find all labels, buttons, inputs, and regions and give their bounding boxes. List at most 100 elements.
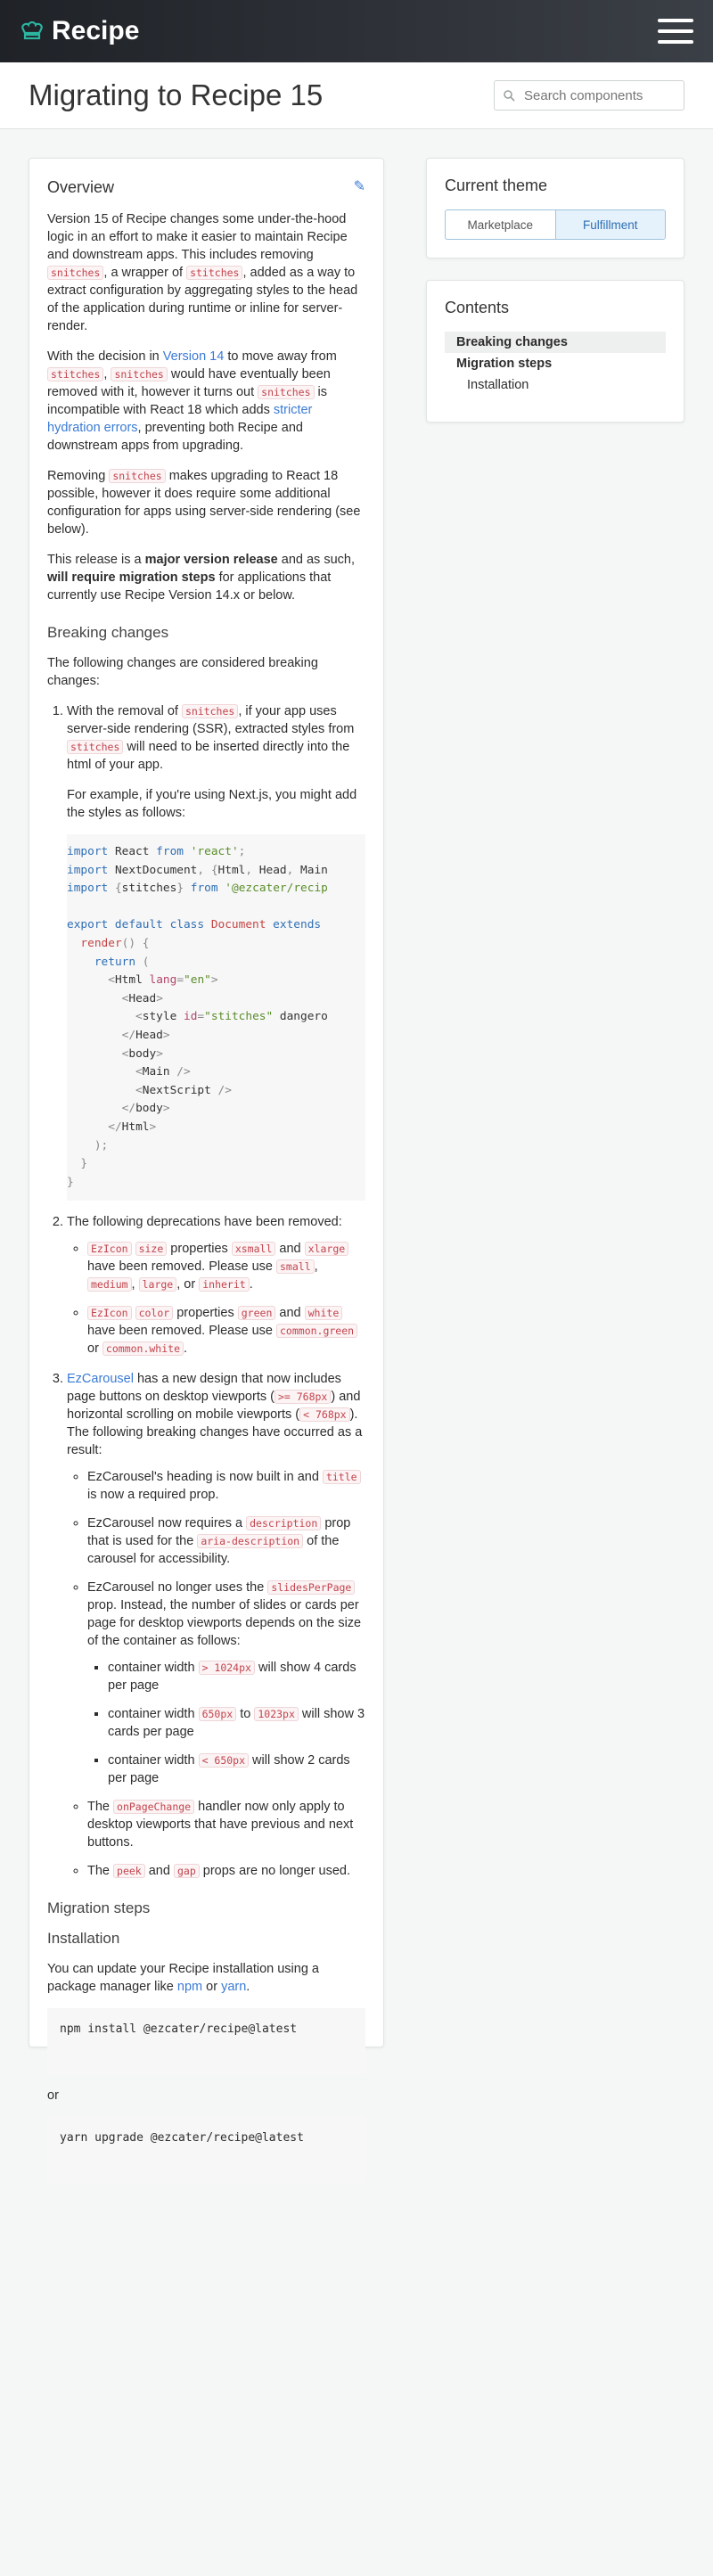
toc-item-installation[interactable]: Installation — [445, 374, 666, 396]
theme-option-fulfillment[interactable]: Fulfillment — [554, 210, 665, 239]
inline-code: inherit — [199, 1277, 250, 1292]
overview-heading: Overview — [47, 178, 115, 196]
bold-text: major version release — [144, 553, 278, 567]
inline-code: green — [237, 1306, 276, 1321]
sub-list: EzIcon size properties xsmall and xlarge… — [67, 1240, 365, 1358]
item-text: EzCarousel has a new design that now inc… — [67, 1372, 363, 1458]
install-text: You can update your Recipe installation … — [47, 1962, 319, 1995]
inline-code: slidesPerPage — [267, 1580, 356, 1596]
overview-paragraph: Removing snitches makes upgrading to Rea… — [47, 469, 361, 537]
inline-link[interactable]: npm — [177, 1980, 202, 1994]
content-card: Overview ✎ Version 15 of Recipe changes … — [29, 158, 384, 2184]
inline-code: description — [246, 1516, 322, 1531]
inline-code: color — [135, 1306, 174, 1321]
inline-code: onPageChange — [113, 1800, 195, 1815]
list-item: container width 650px to 1023px will sho… — [108, 1705, 365, 1741]
item-text: With the removal of snitches, if your ap… — [67, 704, 355, 772]
inline-code: stitches — [47, 367, 104, 381]
inline-code: title — [322, 1470, 361, 1485]
inline-code: white — [304, 1306, 343, 1321]
toc-item-migration-steps[interactable]: Migration steps — [445, 353, 666, 374]
theme-heading: Current theme — [445, 176, 548, 194]
list-item: The onPageChange handler now only apply … — [87, 1798, 365, 1851]
list-item: The peek and gap props are no longer use… — [87, 1862, 365, 1880]
list-item: EzIcon color properties green and white … — [87, 1304, 365, 1358]
theme-card: Current theme Marketplace Fulfillment — [426, 158, 684, 258]
edit-pencil-icon[interactable]: ✎ — [354, 178, 365, 196]
inline-code: size — [135, 1242, 168, 1257]
overview-paragraph: With the decision in Version 14 to move … — [47, 349, 337, 453]
inline-code: 1023px — [254, 1707, 299, 1722]
inline-code: xlarge — [304, 1242, 349, 1257]
list-item: EzCarousel has a new design that now inc… — [67, 1370, 365, 1880]
inline-link[interactable]: Version 14 — [163, 349, 225, 364]
inline-code: 650px — [198, 1707, 237, 1722]
item-text: The following deprecations have been rem… — [67, 1215, 342, 1230]
inline-code: stitches — [186, 266, 243, 280]
brand-logo[interactable]: Recipe — [20, 16, 139, 46]
chef-hat-icon — [21, 21, 43, 40]
list-item: EzCarousel's heading is now built in and… — [87, 1468, 365, 1504]
inline-code: gap — [173, 1864, 200, 1879]
brand-name: Recipe — [52, 16, 140, 45]
list-item: The following deprecations have been rem… — [67, 1213, 365, 1358]
hamburger-menu-icon[interactable] — [658, 19, 693, 44]
top-navbar: Recipe — [0, 0, 713, 62]
inline-code: medium — [87, 1277, 132, 1292]
bold-text: will require migration steps — [47, 570, 216, 585]
or-text: or — [47, 2088, 59, 2104]
theme-toggle: Marketplace Fulfillment — [445, 209, 666, 240]
overview-paragraph: Version 15 of Recipe changes some under-… — [47, 212, 358, 333]
inline-code: large — [138, 1277, 177, 1292]
inline-link[interactable]: EzCarousel — [67, 1372, 134, 1386]
search-icon — [504, 89, 515, 102]
item-text: For example, if you're using Next.js, yo… — [67, 788, 357, 820]
inline-code: snitches — [258, 385, 315, 399]
breaking-intro: The following changes are considered bre… — [47, 656, 318, 688]
inline-code: >= 768px — [274, 1390, 332, 1405]
installation-heading: Installation — [47, 1930, 120, 1948]
inline-code: > 1024px — [198, 1661, 255, 1676]
inline-code: peek — [113, 1864, 145, 1879]
npm-command: npm install @ezcater/recipe@latest — [47, 2008, 365, 2075]
inline-code: aria-description — [197, 1534, 304, 1549]
theme-option-marketplace[interactable]: Marketplace — [446, 210, 555, 239]
sub-sub-list: container width > 1024px will show 4 car… — [87, 1659, 365, 1787]
inline-link[interactable]: stricter hydration errors — [47, 403, 312, 435]
page-header: Migrating to Recipe 15 — [0, 62, 713, 129]
list-item: EzIcon size properties xsmall and xlarge… — [87, 1240, 365, 1293]
migration-heading: Migration steps — [47, 1899, 151, 1917]
inline-code: < 768px — [299, 1407, 350, 1423]
search-input[interactable] — [522, 86, 668, 104]
inline-code: EzIcon — [87, 1242, 132, 1257]
breaking-list: With the removal of snitches, if your ap… — [47, 702, 365, 1880]
inline-code: < 650px — [198, 1753, 250, 1768]
code-block: import React from 'react'; import NextDo… — [67, 834, 365, 1202]
search-box — [494, 80, 684, 111]
inline-code: small — [276, 1259, 315, 1275]
inline-code: common.green — [276, 1324, 358, 1339]
list-item: EzCarousel now requires a description pr… — [87, 1514, 365, 1568]
list-item: container width < 650px will show 2 card… — [108, 1752, 365, 1787]
item-text: EzCarousel no longer uses the slidesPerP… — [87, 1580, 362, 1649]
inline-code: EzIcon — [87, 1306, 132, 1321]
sub-list: EzCarousel's heading is now built in and… — [67, 1468, 365, 1880]
inline-code: xsmall — [231, 1242, 276, 1257]
inline-code: snitches — [109, 469, 166, 483]
inline-code: common.white — [102, 1341, 184, 1357]
overview-paragraph: This release is a major version release … — [47, 553, 355, 603]
table-of-contents: Breaking changes Migration steps Install… — [445, 332, 666, 396]
inline-code: snitches — [181, 704, 239, 718]
list-item: EzCarousel no longer uses the slidesPerP… — [87, 1579, 365, 1787]
list-item: container width > 1024px will show 4 car… — [108, 1659, 365, 1694]
inline-code: stitches — [67, 740, 124, 754]
list-item: With the removal of snitches, if your ap… — [67, 702, 365, 1202]
contents-heading: Contents — [445, 299, 510, 316]
yarn-command: yarn upgrade @ezcater/recipe@latest — [47, 2117, 365, 2184]
contents-card: Contents Breaking changes Migration step… — [426, 280, 684, 422]
toc-item-breaking-changes[interactable]: Breaking changes — [445, 332, 666, 353]
page-title: Migrating to Recipe 15 — [29, 78, 324, 111]
inline-link[interactable]: yarn — [221, 1980, 246, 1994]
breaking-changes-heading: Breaking changes — [47, 624, 169, 641]
inline-code: snitches — [47, 266, 104, 280]
